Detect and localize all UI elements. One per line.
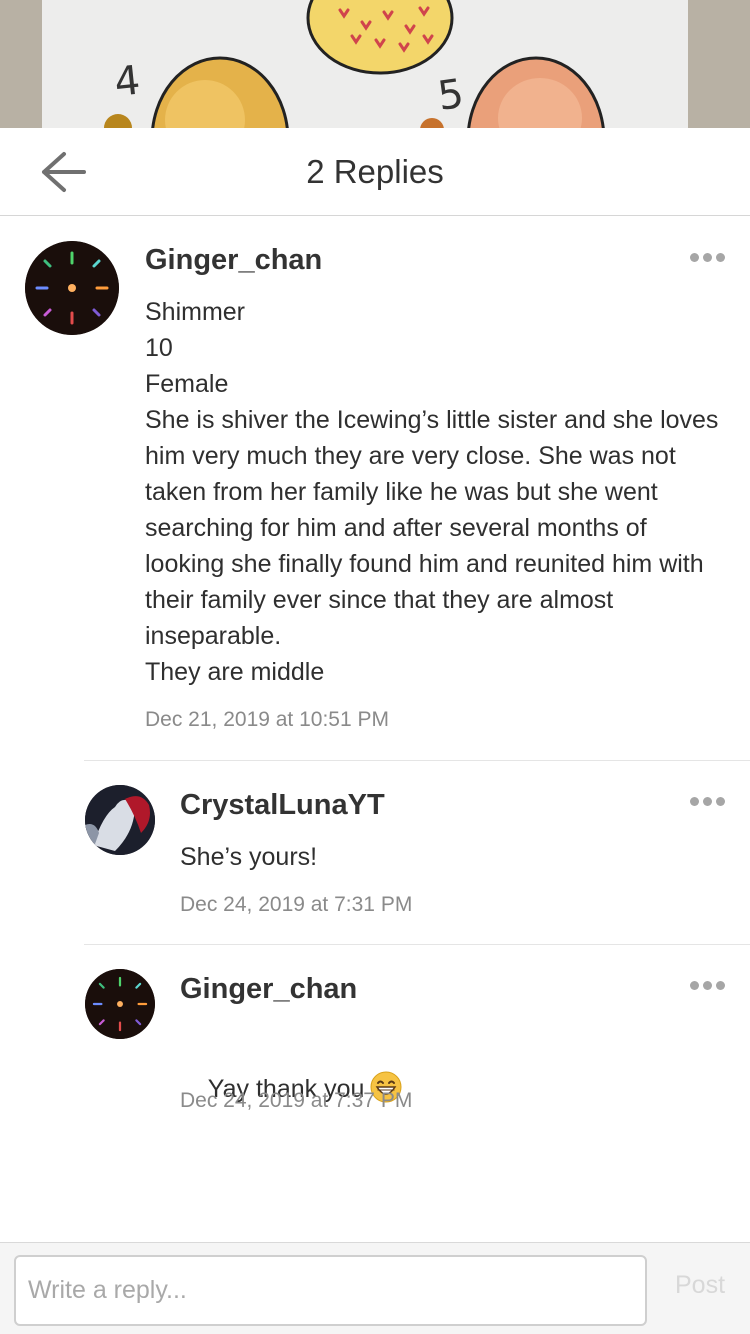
egg-drawing: 4 5 [104,0,605,128]
sparkle-avatar-image [85,969,155,1039]
reply-body: She’s yours! [180,843,318,871]
wolf-avatar-image [85,785,155,855]
egg-number-4: 4 [112,58,142,106]
more-options-button[interactable] [688,973,728,997]
more-dots-icon [690,981,699,990]
reply-input[interactable] [14,1255,647,1326]
sparkle-avatar-image [25,241,119,335]
comment-author[interactable]: Ginger_chan [145,244,322,277]
header-bar: 2 Replies [0,128,750,216]
reply-author[interactable]: CrystalLunaYT [180,789,385,822]
avatar[interactable] [25,241,119,335]
comment-timestamp: Dec 21, 2019 at 10:51 PM [145,708,389,731]
reply-bar: Post [0,1242,750,1334]
reply-author[interactable]: Ginger_chan [180,973,357,1006]
more-dots-icon [690,253,699,262]
comment-body: Shimmer 10 Female She is shiver the Icew… [145,298,719,686]
post-button[interactable]: Post [660,1271,740,1300]
more-dots-icon [690,797,699,806]
more-options-button[interactable] [688,245,728,269]
more-options-button[interactable] [688,789,728,813]
reply-item: Ginger_chan Yay thank you Dec 24, 2019 a… [0,945,750,1128]
avatar[interactable] [85,785,155,855]
reply-timestamp: Dec 24, 2019 at 7:31 PM [180,893,413,916]
page-title: 2 Replies [306,153,444,190]
egg-number-5: 5 [435,71,467,120]
reply-timestamp: Dec 24, 2019 at 7:37 PM [180,1089,413,1112]
main-comment: Ginger_chan Shimmer 10 Female She is shi… [0,216,750,760]
reply-item: CrystalLunaYT She’s yours! Dec 24, 2019 … [0,761,750,944]
avatar[interactable] [85,969,155,1039]
background-image: 4 5 [0,0,750,128]
